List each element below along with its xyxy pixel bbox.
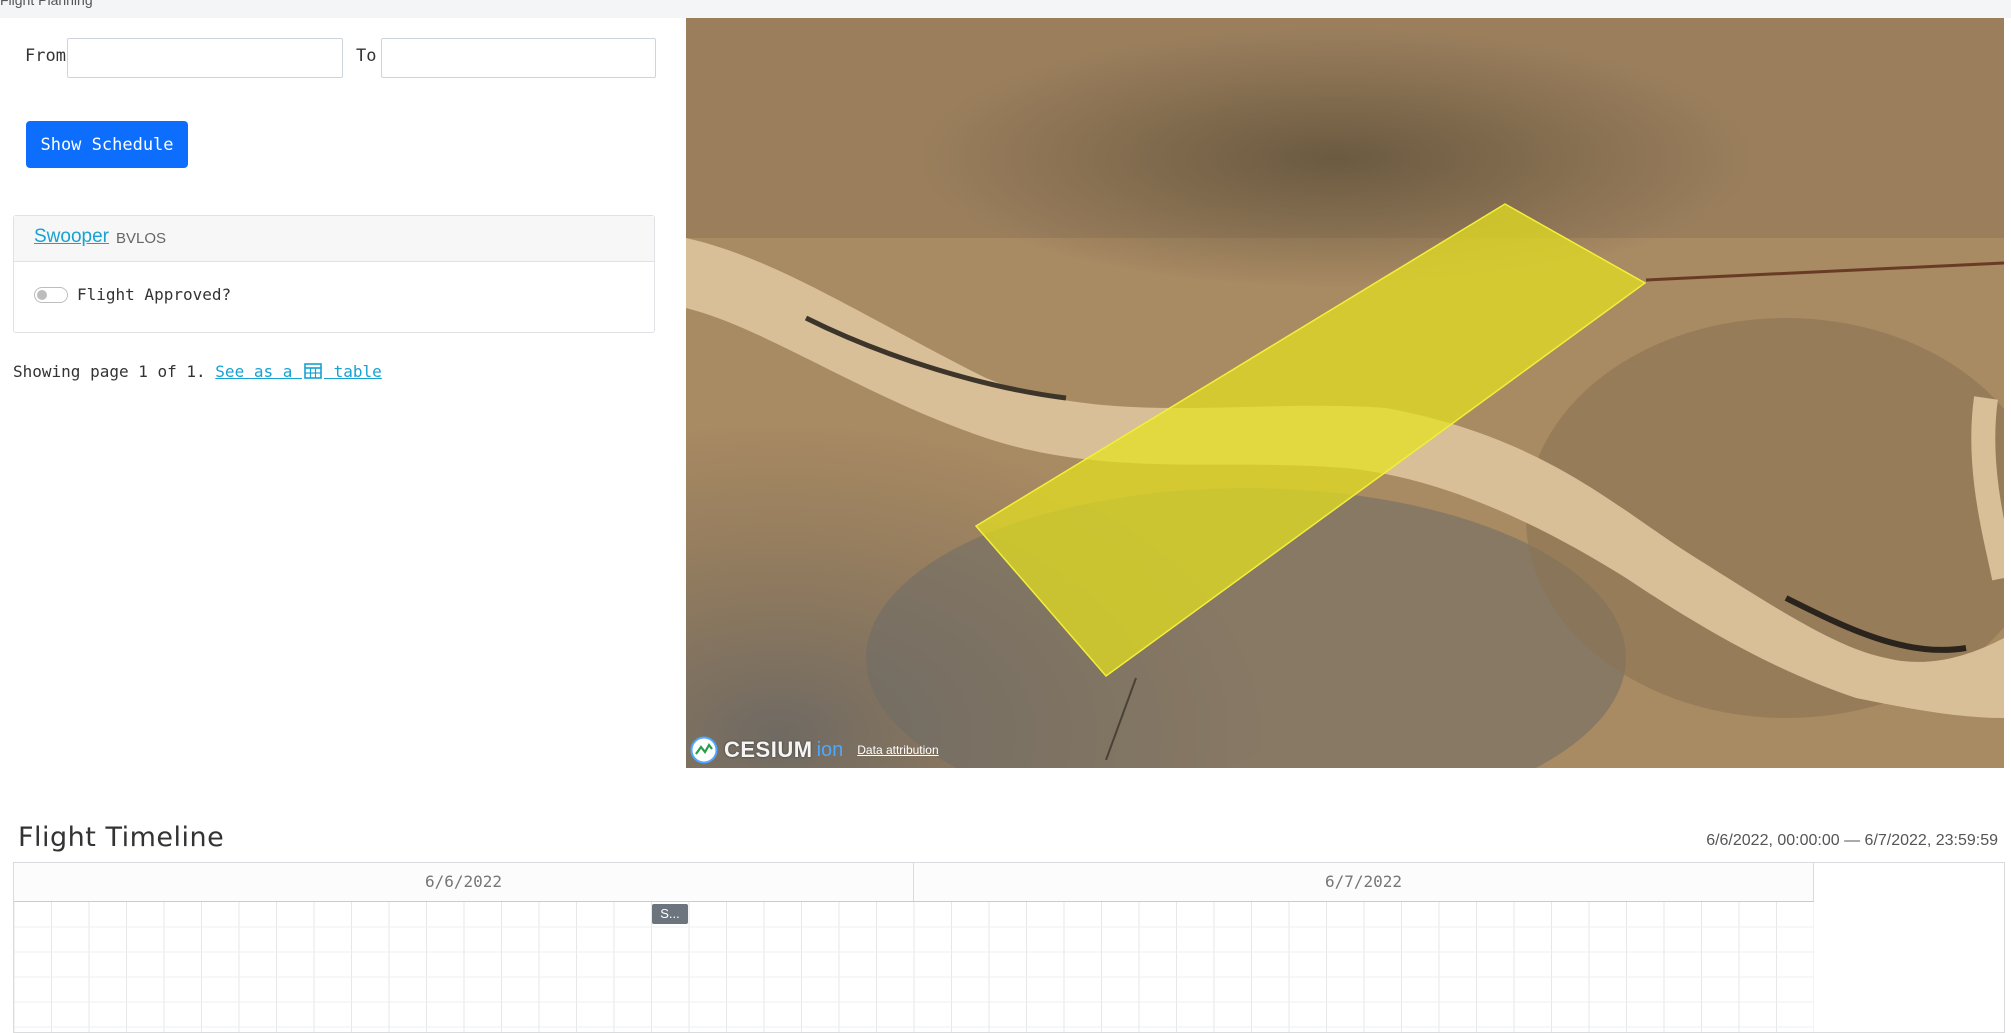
data-attribution-link[interactable]: Data attribution	[857, 743, 938, 757]
map-viewer[interactable]: CESIUM ion Data attribution	[686, 18, 2004, 768]
flight-approved-toggle[interactable]	[34, 287, 68, 303]
header-cut-text: Flight Planning	[0, 0, 93, 8]
table-icon	[304, 363, 322, 379]
map-terrain	[686, 18, 2004, 768]
cesium-logo-text: CESIUM	[724, 737, 813, 762]
toggle-knob	[37, 290, 47, 300]
timeline-panel[interactable]: 6/6/2022 6/7/2022 S...	[13, 862, 2005, 1033]
timeline-title: Flight Timeline	[18, 822, 225, 853]
flight-card: Swooper BVLOS Flight Approved?	[13, 215, 655, 333]
cesium-logo-icon	[690, 736, 718, 764]
paging-info: Showing page 1 of 1. See as a table	[13, 362, 382, 381]
from-label: From	[25, 46, 66, 66]
show-schedule-button[interactable]: Show Schedule	[26, 121, 188, 168]
timeline-grid	[14, 902, 1814, 1032]
see-as-table-prefix: See as a	[215, 362, 293, 381]
timeline-range: 6/6/2022, 00:00:00 — 6/7/2022, 23:59:59	[1706, 832, 1998, 850]
timeline-range-end: 6/7/2022, 23:59:59	[1864, 832, 1998, 849]
paging-text: Showing page 1 of 1.	[13, 362, 206, 381]
flight-approved-label: Flight Approved?	[77, 285, 232, 304]
timeline-day: 6/7/2022	[914, 863, 1814, 901]
to-input[interactable]	[381, 38, 656, 78]
to-label: To	[356, 46, 377, 66]
timeline-day-header: 6/6/2022 6/7/2022	[14, 863, 1814, 902]
see-as-table-link[interactable]: See as a table	[215, 362, 382, 381]
flight-card-body: Flight Approved?	[14, 262, 654, 332]
timeline-day: 6/6/2022	[14, 863, 914, 901]
see-as-table-suffix: table	[333, 362, 382, 381]
cesium-ion-text: ion	[816, 738, 844, 761]
timeline-range-separator: —	[1844, 832, 1861, 849]
from-input[interactable]	[67, 38, 343, 78]
timeline-flight-item[interactable]: S...	[652, 904, 688, 924]
flight-type-label: BVLOS	[116, 230, 167, 247]
cesium-logo: CESIUM ion Data attribution	[690, 736, 939, 764]
flight-card-header: Swooper BVLOS	[14, 216, 654, 262]
top-strip: Flight Planning	[0, 0, 2011, 18]
flight-title-link[interactable]: Swooper	[34, 226, 109, 248]
timeline-range-start: 6/6/2022, 00:00:00	[1706, 832, 1840, 849]
